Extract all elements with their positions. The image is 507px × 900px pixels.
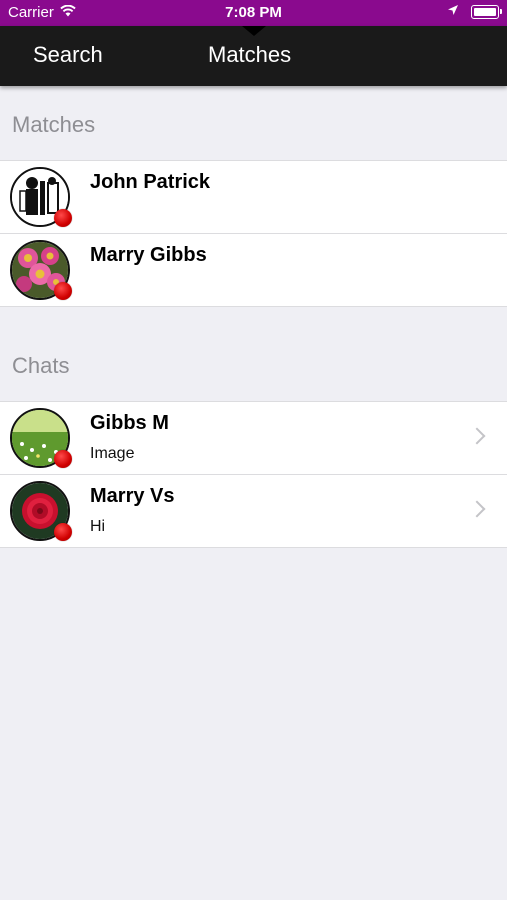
tab-matches[interactable]: Matches xyxy=(208,42,291,68)
status-time: 7:08 PM xyxy=(225,4,282,21)
chats-list: Gibbs M Image Marry Vs Hi xyxy=(0,401,507,548)
match-name: John Patrick xyxy=(90,171,211,193)
match-row[interactable]: John Patrick xyxy=(0,161,507,233)
section-header-matches: Matches xyxy=(12,112,96,137)
online-status-badge xyxy=(54,450,72,468)
status-bar: Carrier 7:08 PM xyxy=(0,0,507,26)
section-header-chats: Chats xyxy=(12,353,70,378)
match-name: Marry Gibbs xyxy=(90,244,207,266)
chat-name: Gibbs M xyxy=(90,412,169,434)
chat-row[interactable]: Marry Vs Hi xyxy=(0,474,507,547)
online-status-badge xyxy=(54,209,72,227)
chat-row[interactable]: Gibbs M Image xyxy=(0,402,507,474)
battery-icon xyxy=(471,4,502,19)
chevron-right-icon xyxy=(468,500,486,518)
tab-search[interactable]: Search xyxy=(33,42,103,68)
chat-name: Marry Vs xyxy=(90,485,175,507)
chat-last-message: Hi xyxy=(90,518,106,535)
online-status-badge xyxy=(54,523,72,541)
screen: Carrier 7:08 PM Search Matches Matches J… xyxy=(0,0,507,900)
nav-bar: Search Matches xyxy=(0,26,507,86)
online-status-badge xyxy=(54,282,72,300)
status-right xyxy=(447,3,502,20)
match-row[interactable]: Marry Gibbs xyxy=(0,233,507,306)
matches-list: John Patrick Marry Gibbs xyxy=(0,160,507,307)
chevron-right-icon xyxy=(468,427,486,445)
chat-last-message: Image xyxy=(90,445,135,462)
location-arrow-icon xyxy=(447,3,459,20)
active-tab-indicator xyxy=(242,26,266,36)
